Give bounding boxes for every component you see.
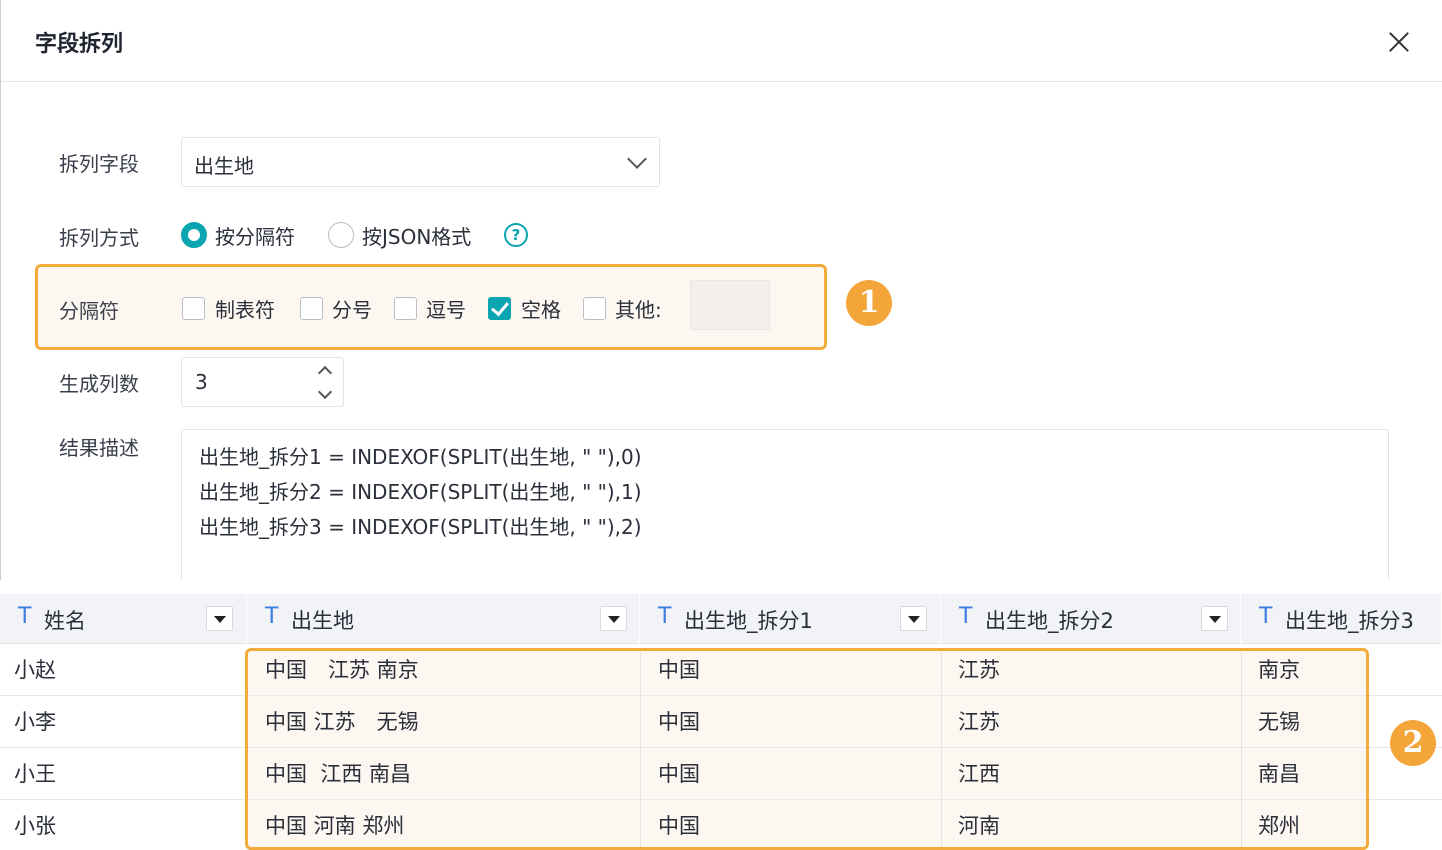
annotation-badge-2: 2 — [1390, 720, 1436, 766]
table-header: T 姓名 T 出生地 T 出生地_拆分1 T 出生地_拆分2 T 出生地_拆分3 — [0, 594, 1442, 644]
table-cell: 小王 — [14, 762, 56, 786]
dropdown-icon[interactable] — [206, 606, 233, 631]
column-header[interactable]: T 出生地 — [247, 594, 640, 644]
table-cell: 小李 — [14, 710, 56, 734]
table-cell: 郑州 — [1258, 814, 1300, 838]
result-line: 出生地_拆分1 = INDEXOF(SPLIT(出生地, " "),0) — [199, 445, 642, 469]
radio-by-separator-label[interactable]: 按分隔符 — [215, 221, 295, 250]
table-cell: 中国 — [658, 710, 700, 734]
column-count-stepper[interactable]: 3 — [181, 357, 344, 407]
radio-by-separator[interactable] — [181, 222, 207, 248]
column-header-label: 出生地_拆分1 — [684, 609, 813, 633]
radio-by-json-label[interactable]: 按JSON格式 — [362, 221, 471, 250]
dropdown-icon[interactable] — [600, 606, 627, 631]
checkbox-comma[interactable] — [394, 297, 417, 320]
split-field-select[interactable]: 出生地 — [181, 137, 660, 187]
checkbox-tab[interactable] — [182, 297, 205, 320]
table-cell: 南京 — [1258, 658, 1300, 682]
column-count-value: 3 — [195, 370, 208, 394]
data-table: T 姓名 T 出生地 T 出生地_拆分1 T 出生地_拆分2 T 出生地_拆分3… — [0, 594, 1442, 850]
radio-by-json[interactable] — [328, 222, 354, 248]
column-header-label: 出生地 — [291, 609, 354, 633]
split-method-label: 拆列方式 — [59, 226, 139, 250]
help-icon[interactable]: ? — [504, 223, 528, 247]
table-row[interactable]: 小王 中国 江西 南昌 中国 江西 南昌 — [0, 748, 1442, 800]
dialog-title: 字段拆列 — [35, 32, 124, 57]
checkbox-space[interactable] — [488, 297, 511, 320]
column-header[interactable]: T 出生地_拆分2 — [941, 594, 1241, 644]
table-cell: 中国 — [658, 814, 700, 838]
result-line: 出生地_拆分2 = INDEXOF(SPLIT(出生地, " "),1) — [199, 480, 642, 504]
column-header-label: 出生地_拆分2 — [985, 609, 1114, 633]
table-cell: 江苏 — [958, 710, 1000, 734]
table-cell: 中国 江西 南昌 — [265, 762, 412, 786]
checkbox-semicolon[interactable] — [300, 297, 323, 320]
table-cell: 中国 江苏 无锡 — [265, 710, 419, 734]
result-label: 结果描述 — [59, 436, 139, 460]
chevron-down-icon[interactable] — [317, 384, 333, 400]
table-cell: 江西 — [958, 762, 1000, 786]
chevron-up-icon[interactable] — [317, 365, 333, 381]
chevron-down-icon — [627, 149, 647, 169]
result-description: 出生地_拆分1 = INDEXOF(SPLIT(出生地, " "),0) 出生地… — [181, 429, 1389, 580]
checkbox-tab-label[interactable]: 制表符 — [215, 294, 275, 323]
dropdown-icon[interactable] — [1201, 606, 1228, 631]
table-cell: 中国 — [658, 762, 700, 786]
checkbox-semicolon-label[interactable]: 分号 — [332, 294, 372, 323]
column-header[interactable]: T 姓名 — [0, 594, 247, 644]
checkbox-space-label[interactable]: 空格 — [521, 294, 561, 323]
table-cell: 无锡 — [1258, 710, 1300, 734]
table-cell: 小张 — [14, 814, 56, 838]
table-row[interactable]: 小李 中国 江苏 无锡 中国 江苏 无锡 — [0, 696, 1442, 748]
text-type-icon: T — [265, 604, 279, 629]
dialog-header: 字段拆列 — [1, 0, 1442, 82]
table-row[interactable]: 小张 中国 河南 郑州 中国 河南 郑州 — [0, 800, 1442, 850]
column-header[interactable]: T 出生地_拆分3 — [1241, 594, 1442, 644]
split-column-dialog: 字段拆列 拆列字段 出生地 拆列方式 按分隔符 按JSON格式 ? 分隔符 制表… — [0, 0, 1442, 580]
result-line: 出生地_拆分3 = INDEXOF(SPLIT(出生地, " "),2) — [199, 515, 642, 539]
column-header-label: 姓名 — [44, 609, 86, 633]
table-row[interactable]: 小赵 中国 江苏 南京 中国 江苏 南京 — [0, 644, 1442, 696]
separator-label: 分隔符 — [59, 299, 119, 323]
close-icon[interactable] — [1383, 26, 1415, 58]
table-cell: 中国 — [658, 658, 700, 682]
text-type-icon: T — [959, 604, 973, 629]
text-type-icon: T — [658, 604, 672, 629]
column-header-label: 出生地_拆分3 — [1285, 609, 1414, 633]
table-cell: 南昌 — [1258, 762, 1300, 786]
split-field-label: 拆列字段 — [59, 152, 139, 176]
table-cell: 江苏 — [958, 658, 1000, 682]
text-type-icon: T — [18, 604, 32, 629]
checkbox-comma-label[interactable]: 逗号 — [426, 294, 466, 323]
column-count-label: 生成列数 — [59, 372, 139, 396]
checkbox-other[interactable] — [583, 297, 606, 320]
table-cell: 中国 江苏 南京 — [265, 658, 419, 682]
split-field-value: 出生地 — [194, 154, 254, 178]
checkbox-other-label[interactable]: 其他: — [615, 294, 662, 323]
annotation-badge-1: 1 — [846, 280, 892, 326]
table-cell: 中国 河南 郑州 — [265, 814, 405, 838]
table-cell: 小赵 — [14, 658, 56, 682]
table-cell: 河南 — [958, 814, 1000, 838]
dropdown-icon[interactable] — [900, 606, 927, 631]
other-separator-input[interactable] — [690, 280, 770, 330]
column-header[interactable]: T 出生地_拆分1 — [640, 594, 941, 644]
text-type-icon: T — [1259, 604, 1273, 629]
